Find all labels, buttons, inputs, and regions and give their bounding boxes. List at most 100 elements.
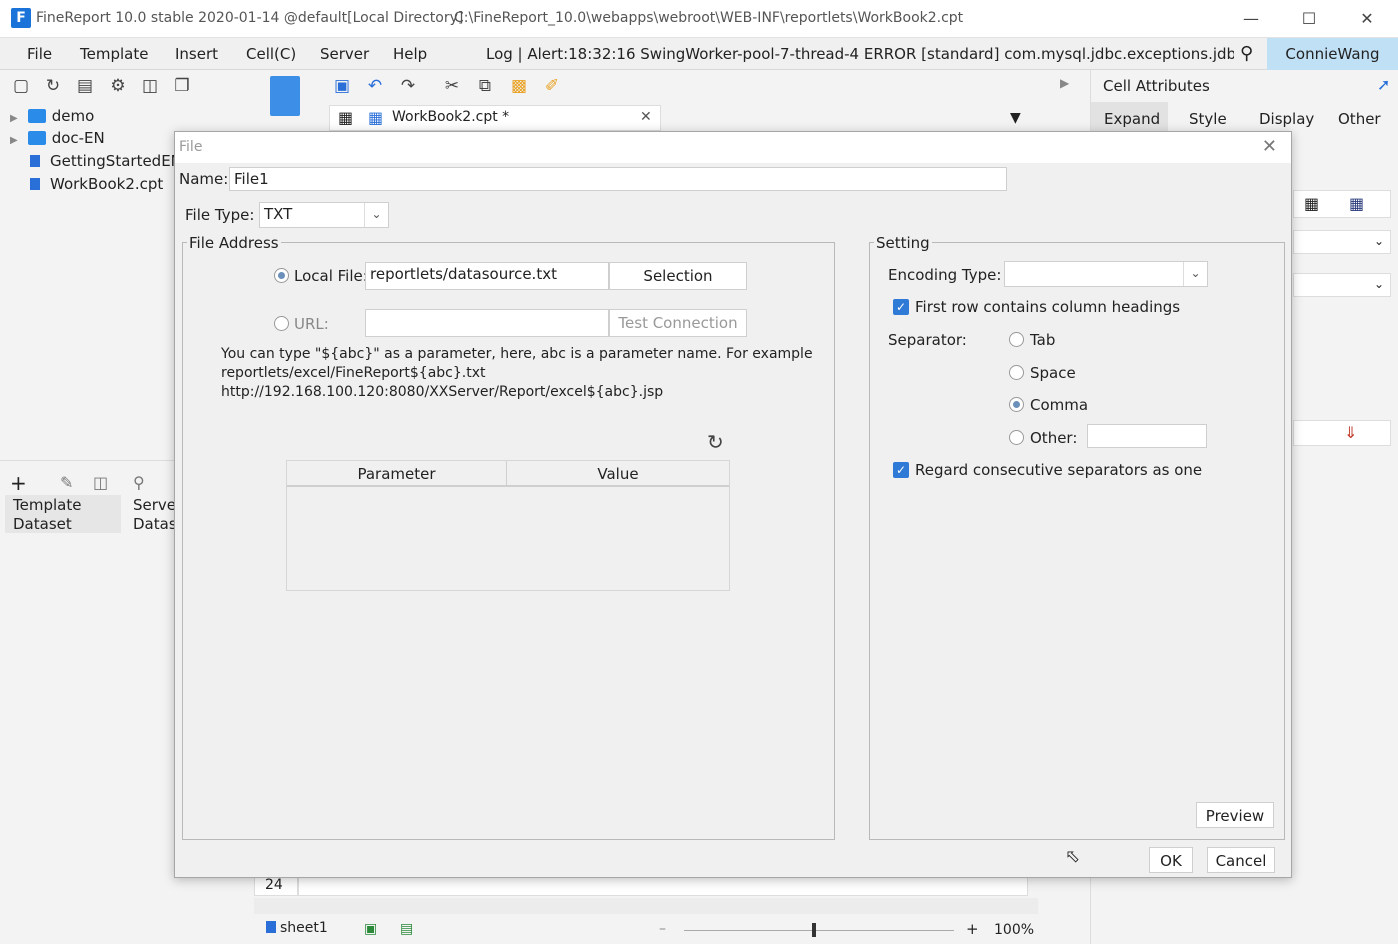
tree-item-doc-en[interactable]: ▶ doc-EN xyxy=(10,129,105,147)
tab-display[interactable]: Display xyxy=(1259,110,1314,128)
preview-dataset-icon[interactable]: ⚲ xyxy=(133,473,145,492)
separator-tab-radio[interactable] xyxy=(1009,332,1024,347)
tab-other[interactable]: Other xyxy=(1338,110,1381,128)
menu-cell[interactable]: Cell(C) xyxy=(246,45,296,63)
dialog-close-icon[interactable]: ✕ xyxy=(1262,136,1277,157)
separator-space-radio[interactable] xyxy=(1009,365,1024,380)
consecutive-label: Regard consecutive separators as one xyxy=(915,461,1203,479)
add-sheet-2-icon[interactable]: ▤ xyxy=(400,921,413,937)
edit-icon[interactable]: ✎ xyxy=(60,473,73,492)
tree-item-gettingstarted[interactable]: GettingStartedEN xyxy=(30,152,182,170)
border-grid-2-icon[interactable]: ▦ xyxy=(1349,194,1364,213)
tab-menu-icon[interactable]: ▼ xyxy=(1010,110,1021,126)
editor-tab[interactable]: ▦ ▦ WorkBook2.cpt * ✕ xyxy=(329,105,661,131)
local-file-radio[interactable] xyxy=(274,268,289,283)
separator-other-radio[interactable] xyxy=(1009,430,1024,445)
user-name[interactable]: ConnieWang xyxy=(1267,38,1398,70)
file-dataset-dialog: File ✕ Name: File1 File Type: TXT ⌄ File… xyxy=(174,131,1292,878)
tab-template-dataset[interactable]: Template Dataset xyxy=(13,496,81,534)
url-label: URL: xyxy=(294,315,329,333)
tab-style[interactable]: Style xyxy=(1189,110,1227,128)
pin-icon[interactable]: ➚ xyxy=(1377,75,1390,94)
consecutive-checkbox[interactable]: ✓ xyxy=(893,462,909,478)
menu-insert[interactable]: Insert xyxy=(175,45,218,63)
minimize-icon[interactable]: — xyxy=(1222,0,1280,38)
chevron-down-icon: ⌄ xyxy=(364,203,388,227)
collapse-arrow-icon[interactable]: ▶ xyxy=(1060,76,1069,90)
sheet-icon: ▦ xyxy=(368,108,384,127)
undo-icon[interactable]: ↶ xyxy=(364,75,386,97)
folder-icon xyxy=(27,131,46,145)
name-input[interactable]: File1 xyxy=(229,167,1007,191)
sheet-tab[interactable]: sheet1 xyxy=(266,920,328,936)
value-column-header: Value xyxy=(507,461,729,487)
chevron-down-icon: ⌄ xyxy=(1183,262,1207,286)
close-tab-icon[interactable]: ✕ xyxy=(640,109,652,125)
hint-line-2: reportlets/excel/FineReport${abc}.txt xyxy=(221,365,486,381)
redo-icon[interactable]: ↷ xyxy=(397,75,419,97)
ok-button[interactable]: OK xyxy=(1149,847,1193,873)
template-icon[interactable]: ▤ xyxy=(74,75,96,97)
copy-icon[interactable]: ❐ xyxy=(171,75,193,97)
separator-other-input[interactable] xyxy=(1087,424,1207,448)
encoding-label: Encoding Type: xyxy=(888,266,1002,284)
folder-icon xyxy=(27,109,46,123)
new-folder-icon[interactable]: ▢ xyxy=(10,75,32,97)
save-icon[interactable]: ▣ xyxy=(331,75,353,97)
parameter-column-header: Parameter xyxy=(287,461,507,487)
app-logo-icon: F xyxy=(11,8,31,28)
sheet-tab-icon xyxy=(266,921,276,933)
close-icon[interactable]: ✕ xyxy=(1338,0,1396,38)
separator-other-label: Other: xyxy=(1030,429,1078,447)
zoom-out-icon[interactable]: – xyxy=(659,921,666,937)
paste-icon[interactable]: ▩ xyxy=(508,75,530,97)
zoom-thumb[interactable] xyxy=(812,923,816,937)
encoding-select[interactable]: ⌄ xyxy=(1004,261,1208,287)
menu-server[interactable]: Server xyxy=(320,45,369,63)
tree-item-workbook2[interactable]: WorkBook2.cpt xyxy=(30,175,163,193)
report-icon[interactable] xyxy=(270,76,300,116)
tab-expand[interactable]: Expand xyxy=(1104,110,1160,128)
title-bar: F FineReport 10.0 stable 2020-01-14 @def… xyxy=(0,0,1398,38)
tab-server-dataset[interactable]: Server Dataset xyxy=(133,496,174,534)
cancel-button[interactable]: Cancel xyxy=(1207,847,1275,873)
search-icon[interactable]: ⚲ xyxy=(1240,43,1253,64)
settings-icon[interactable]: ⚙ xyxy=(107,75,129,97)
horizontal-scrollbar[interactable] xyxy=(254,898,1038,914)
file-type-select[interactable]: TXT ⌄ xyxy=(259,202,389,228)
selection-button[interactable]: Selection xyxy=(609,262,747,290)
zoom-slider[interactable] xyxy=(684,930,954,931)
tree-item-demo[interactable]: ▶ demo xyxy=(10,107,94,125)
zoom-in-icon[interactable]: + xyxy=(966,920,979,938)
copy-cells-icon[interactable]: ⧉ xyxy=(474,75,496,97)
cut-icon[interactable]: ✂ xyxy=(441,75,463,97)
zoom-level: 100% xyxy=(994,922,1035,938)
dataset-panel: + ✎ ◫ ⚲ Template Dataset Server Dataset xyxy=(0,460,174,944)
separator-comma-radio[interactable] xyxy=(1009,397,1024,412)
menu-help[interactable]: Help xyxy=(393,45,427,63)
refresh-parameters-icon[interactable]: ↻ xyxy=(707,430,724,454)
test-connection-button[interactable]: Test Connection xyxy=(609,309,747,337)
sort-icon[interactable]: ⇓ xyxy=(1344,423,1357,442)
delete-dataset-icon[interactable]: ◫ xyxy=(93,473,108,492)
menu-template[interactable]: Template xyxy=(80,45,148,63)
url-input[interactable] xyxy=(365,309,609,337)
separator-space-label: Space xyxy=(1030,364,1076,382)
local-file-input[interactable]: reportlets/datasource.txt xyxy=(365,262,609,290)
url-radio[interactable] xyxy=(274,316,289,331)
format-painter-icon[interactable]: ✐ xyxy=(541,75,563,97)
add-dataset-icon[interactable]: + xyxy=(10,471,27,495)
border-grid-icon[interactable]: ▦ xyxy=(1304,194,1319,213)
add-sheet-icon[interactable]: ▣ xyxy=(364,921,377,937)
local-file-label: Local File: xyxy=(294,267,368,285)
refresh-icon[interactable]: ↻ xyxy=(42,75,64,97)
file-type-label: File Type: xyxy=(185,206,255,224)
delete-icon[interactable]: ◫ xyxy=(139,75,161,97)
log-alert[interactable]: Log | Alert:18:32:16 SwingWorker-pool-7-… xyxy=(486,45,1234,63)
first-row-checkbox[interactable]: ✓ xyxy=(893,299,909,315)
menu-file[interactable]: File xyxy=(27,45,52,63)
cpt-file-icon xyxy=(30,178,40,190)
separator-label: Separator: xyxy=(888,331,967,349)
maximize-icon[interactable]: ☐ xyxy=(1280,0,1338,38)
preview-button[interactable]: Preview xyxy=(1196,802,1274,828)
